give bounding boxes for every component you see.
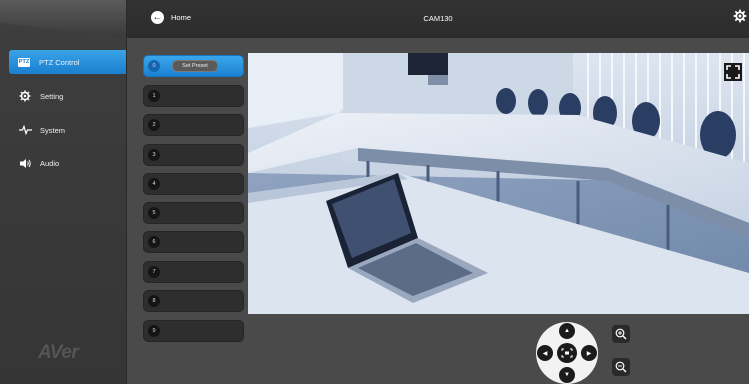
sidebar-item-label: Setting: [40, 91, 64, 101]
sidebar-item-setting[interactable]: Setting: [0, 84, 126, 108]
pan-down-button[interactable]: ▼: [559, 367, 575, 383]
pan-right-button[interactable]: ▶: [581, 345, 597, 361]
top-bar: ← Home CAM130: [127, 0, 749, 38]
preset-2[interactable]: 2: [143, 114, 244, 136]
sidebar-item-ptz-control[interactable]: PTZ PTZ Control: [9, 50, 126, 74]
home-position-button[interactable]: [557, 343, 577, 363]
sidebar-item-system[interactable]: System: [0, 118, 126, 142]
preset-number: 2: [148, 119, 160, 131]
preset-8[interactable]: 8: [143, 290, 244, 312]
ptz-direction-pad: ▲ ▼ ◀ ▶: [536, 322, 598, 384]
sidebar-item-label: Audio: [40, 158, 60, 168]
speaker-icon: [18, 157, 32, 169]
arrow-left-icon: ◀: [542, 350, 548, 357]
preset-5[interactable]: 5: [143, 202, 244, 224]
fullscreen-icon: [726, 65, 740, 79]
preset-number: 4: [148, 178, 160, 190]
zoom-in-button[interactable]: [612, 325, 630, 343]
gear-icon: [18, 90, 32, 102]
device-name: CAM130: [423, 14, 453, 23]
center-frame-icon: [561, 348, 573, 358]
pan-up-button[interactable]: ▲: [559, 323, 575, 339]
preset-number: 8: [148, 295, 160, 307]
preset-number: 6: [148, 236, 160, 248]
arrow-right-icon: ▶: [586, 350, 592, 357]
preset-9[interactable]: 9: [143, 320, 244, 342]
preset-number: 9: [148, 325, 160, 337]
conference-room-image: [248, 53, 749, 314]
preset-1[interactable]: 1: [143, 85, 244, 107]
preset-0[interactable]: 0 Set Preset: [143, 55, 244, 77]
fullscreen-button[interactable]: [724, 63, 742, 81]
ptz-icon: PTZ: [17, 57, 31, 67]
preset-number: 3: [148, 149, 160, 161]
zoom-out-button[interactable]: [612, 358, 630, 376]
preset-number: 0: [148, 60, 160, 72]
sidebar-item-label: System: [40, 125, 66, 135]
preset-number: 5: [148, 207, 160, 219]
pulse-icon: [18, 124, 32, 136]
sidebar: PTZ PTZ Control Setting System Audio AVe…: [0, 0, 127, 384]
preset-6[interactable]: 6: [143, 231, 244, 253]
zoom-in-icon: [615, 328, 627, 340]
preset-number: 7: [148, 266, 160, 278]
set-preset-button[interactable]: Set Preset: [172, 60, 218, 72]
arrow-down-icon: ▼: [564, 372, 570, 378]
sidebar-item-label: PTZ Control: [39, 57, 80, 67]
sidebar-header-bar: [0, 0, 126, 38]
arrow-up-icon: ▲: [564, 328, 570, 334]
pan-left-button[interactable]: ◀: [537, 345, 553, 361]
preset-4[interactable]: 4: [143, 173, 244, 195]
preset-3[interactable]: 3: [143, 144, 244, 166]
aver-logo: AVer: [38, 342, 79, 363]
settings-gear-icon[interactable]: [733, 9, 747, 25]
preset-number: 1: [148, 90, 160, 102]
sidebar-item-audio[interactable]: Audio: [0, 151, 126, 175]
zoom-out-icon: [615, 361, 627, 373]
preset-7[interactable]: 7: [143, 261, 244, 283]
camera-live-view[interactable]: [248, 53, 749, 314]
